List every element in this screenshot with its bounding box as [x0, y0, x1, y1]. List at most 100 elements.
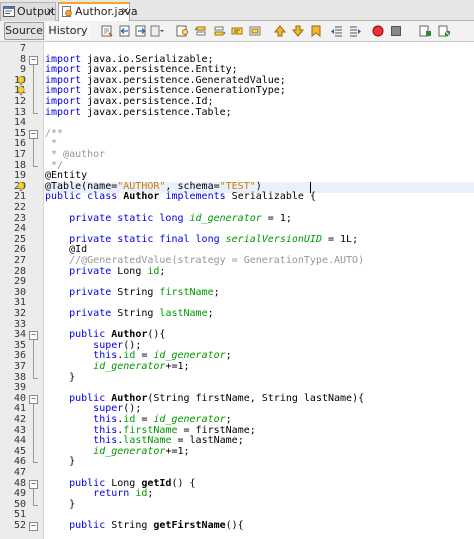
- code-token: public: [69, 392, 106, 404]
- code-token: id: [123, 414, 136, 425]
- shift-right-icon[interactable]: [348, 24, 362, 38]
- toggle-highlight-icon[interactable]: [230, 24, 244, 38]
- code-token: id_generator: [153, 350, 226, 362]
- source-button[interactable]: Source: [4, 22, 44, 40]
- code-token: public: [69, 520, 106, 531]
- code-token: ;: [207, 308, 214, 319]
- hint-bulb-icon[interactable]: [17, 76, 25, 86]
- code-token: Long: [105, 477, 142, 489]
- code-line[interactable]: import javax.persistence.Table;: [45, 107, 232, 119]
- code-token: private: [69, 308, 112, 319]
- code-token: Serializable {: [225, 191, 316, 203]
- code-token: String: [111, 286, 160, 298]
- code-token: super: [93, 403, 124, 415]
- hint-bulb-icon[interactable]: [17, 86, 25, 96]
- code-token: "TEST": [219, 180, 256, 192]
- code-line[interactable]: private String lastName;: [45, 308, 214, 320]
- find-selection-icon[interactable]: [176, 24, 190, 38]
- code-line[interactable]: }: [45, 499, 75, 511]
- code-token: import: [45, 74, 82, 86]
- code-token: id: [147, 265, 160, 277]
- code-token: javax.persistence.Id;: [81, 96, 214, 107]
- fold-toggle-icon[interactable]: −: [29, 522, 38, 531]
- fold-guide: [33, 64, 34, 113]
- line-number: 42: [13, 414, 26, 425]
- fold-toggle-icon[interactable]: −: [29, 331, 38, 341]
- line-number: 32: [13, 308, 26, 319]
- code-token: () {: [171, 477, 196, 489]
- code-line[interactable]: public class Author implements Serializa…: [45, 192, 316, 203]
- code-line[interactable]: private Long id;: [45, 265, 165, 278]
- code-token: import: [45, 96, 82, 107]
- code-token: Author: [111, 329, 148, 341]
- editor-toolbar: Source History: [0, 21, 474, 42]
- text-caret: [310, 181, 311, 193]
- next-bookmark-icon[interactable]: [291, 24, 305, 38]
- start-macro-icon[interactable]: [371, 24, 385, 38]
- find-next-icon[interactable]: [212, 24, 226, 38]
- code-line[interactable]: private static final long serialVersionU…: [45, 234, 358, 246]
- fold-toggle-icon[interactable]: −: [29, 55, 38, 65]
- history-button[interactable]: History: [46, 22, 90, 40]
- code-token: =: [135, 414, 154, 425]
- code-token: = lastName;: [171, 435, 244, 447]
- stop-macro-icon[interactable]: [389, 24, 403, 38]
- shift-left-icon[interactable]: [330, 24, 344, 38]
- comment-icon[interactable]: [418, 24, 432, 38]
- tab-author-java[interactable]: Author.java ×: [58, 2, 138, 22]
- code-line[interactable]: public String getFirstName(){: [45, 520, 244, 532]
- code-token: id_generator: [189, 212, 262, 224]
- code-token: private static long: [69, 212, 184, 224]
- code-token: (){: [147, 329, 166, 341]
- editor-tab-bar: Output × Author.java ×: [0, 0, 474, 22]
- code-token: implements: [165, 191, 226, 203]
- fold-guide: [33, 488, 34, 505]
- close-icon[interactable]: ×: [46, 3, 54, 20]
- line-number-gutter: 7891011121314151617181920212223242526272…: [0, 42, 44, 539]
- hint-bulb-icon[interactable]: [17, 182, 25, 192]
- code-line[interactable]: }: [45, 371, 76, 384]
- previous-bookmark-icon[interactable]: [273, 24, 287, 38]
- code-token: @Id: [45, 244, 88, 256]
- code-token: public: [69, 329, 106, 341]
- uncomment-icon[interactable]: [437, 24, 451, 38]
- toggle-bookmark-icon[interactable]: [309, 24, 323, 38]
- fold-toggle-icon[interactable]: −: [29, 479, 38, 489]
- code-token: id_generator: [93, 445, 166, 457]
- close-icon[interactable]: ×: [121, 3, 129, 20]
- fold-toggle-icon[interactable]: −: [29, 394, 38, 404]
- code-token: }: [45, 371, 76, 383]
- code-token: return: [93, 488, 130, 500]
- find-previous-icon[interactable]: [194, 24, 208, 38]
- code-token: Author: [111, 392, 148, 404]
- toggle-rect-selection-icon[interactable]: [248, 24, 262, 38]
- code-token: getId: [141, 477, 172, 489]
- code-token: this: [93, 424, 118, 436]
- code-token: ;: [225, 414, 232, 425]
- code-editor[interactable]: import java.io.Serializable; import javax…: [44, 42, 474, 539]
- fold-toggle-icon[interactable]: −: [29, 129, 38, 139]
- line-number: 17: [13, 149, 26, 160]
- code-token: import: [45, 85, 82, 97]
- back-icon[interactable]: [118, 24, 132, 38]
- code-line[interactable]: private static long id_generator = 1;: [45, 212, 292, 225]
- forward-icon[interactable]: [134, 24, 148, 38]
- code-token: */: [45, 159, 64, 171]
- tab-output[interactable]: Output ×: [0, 2, 56, 21]
- code-token: +=1;: [165, 361, 190, 372]
- code-line[interactable]: private String firstName;: [45, 286, 220, 299]
- line-number: 12: [13, 96, 26, 107]
- code-token: lastName: [123, 435, 172, 447]
- dropdown-icon[interactable]: [150, 24, 164, 38]
- code-token: ): [255, 180, 262, 192]
- code-line[interactable]: }: [45, 457, 75, 468]
- last-edit-icon[interactable]: [100, 24, 114, 38]
